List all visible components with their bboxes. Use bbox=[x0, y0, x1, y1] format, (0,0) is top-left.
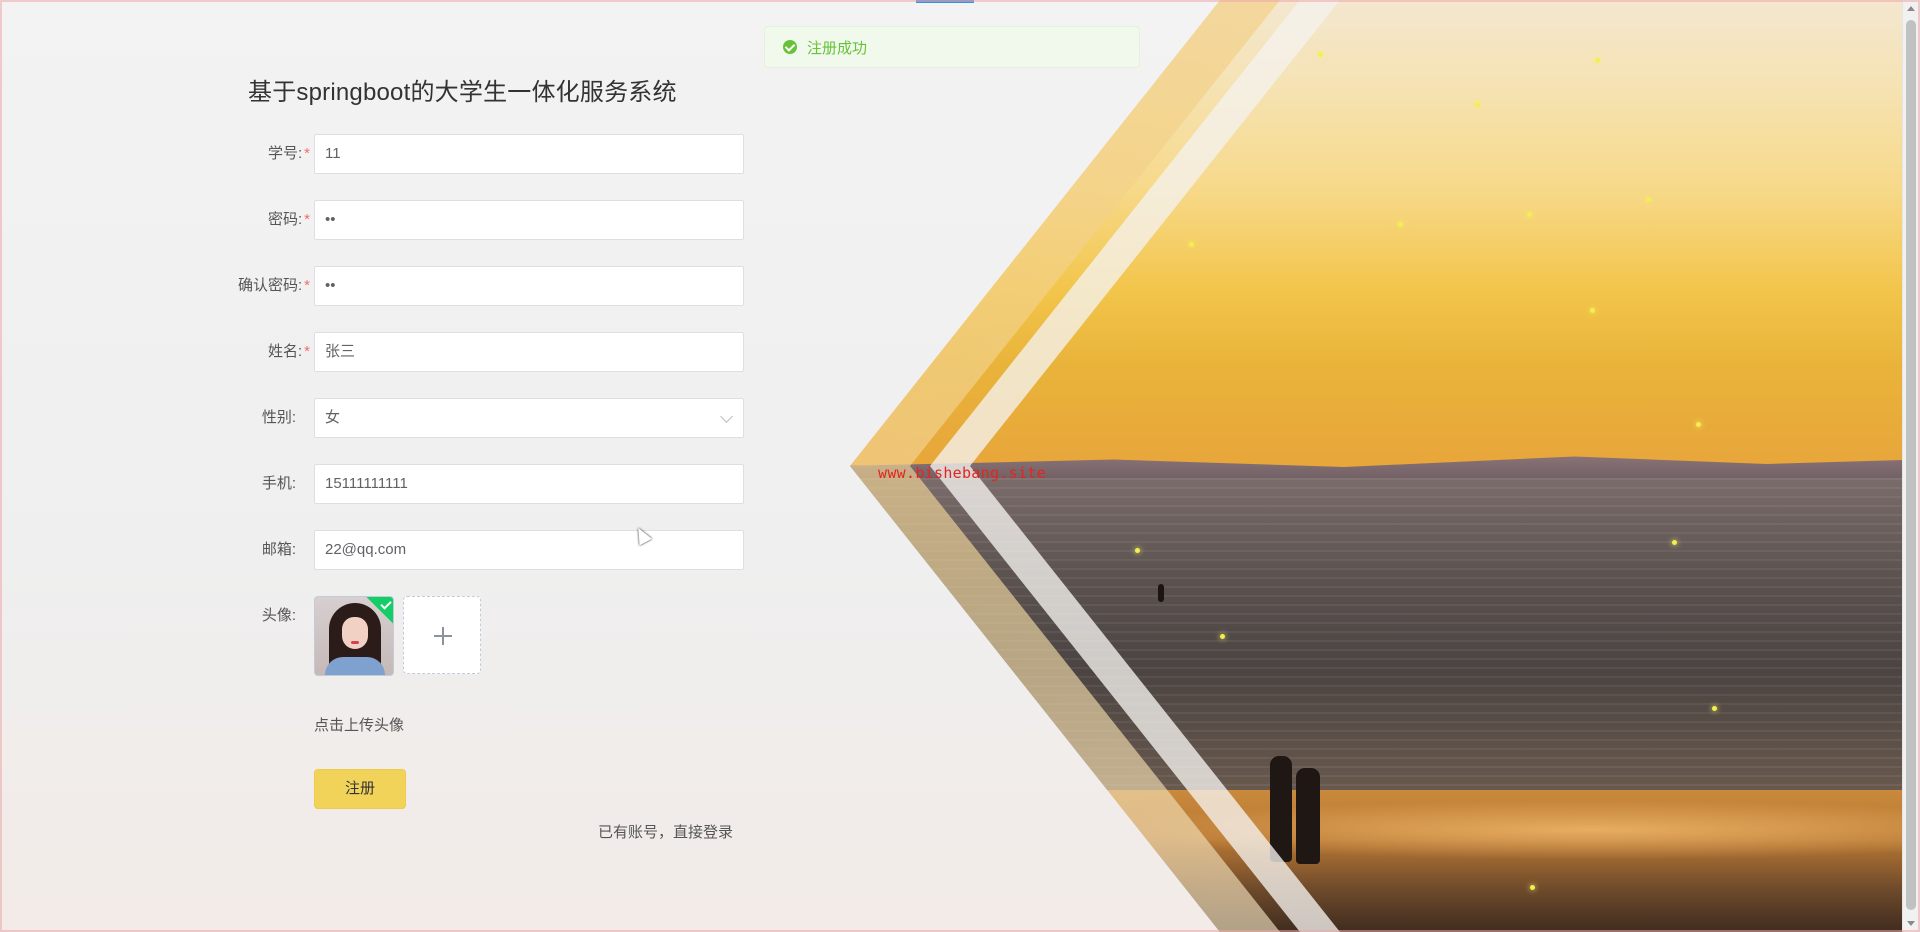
scrollbar-thumb[interactable] bbox=[1906, 20, 1916, 910]
student-id-input[interactable]: 11 bbox=[314, 134, 744, 174]
scroll-up-icon[interactable] bbox=[1907, 6, 1915, 11]
field-label-password: 密码: * bbox=[267, 211, 310, 228]
check-circle-icon bbox=[783, 40, 797, 54]
field-label-gender: 性别: bbox=[261, 409, 296, 426]
name-input[interactable]: 张三 bbox=[314, 332, 744, 372]
sparkle bbox=[1527, 212, 1532, 217]
watermark: www.bishebang.site bbox=[878, 464, 1046, 482]
person-right bbox=[1296, 768, 1320, 864]
sparkle bbox=[1696, 422, 1701, 427]
email-input[interactable]: 22@qq.com bbox=[314, 530, 744, 570]
sparkle bbox=[1220, 634, 1225, 639]
field-label-avatar: 头像: bbox=[261, 607, 296, 624]
sparkle bbox=[1712, 706, 1717, 711]
sparkle bbox=[1530, 885, 1535, 890]
field-label-student-id: 学号: * bbox=[267, 145, 310, 162]
gender-select[interactable]: 女 bbox=[314, 398, 744, 438]
scroll-down-icon[interactable] bbox=[1907, 921, 1915, 926]
buoy bbox=[1158, 584, 1164, 602]
sparkle bbox=[1398, 222, 1403, 227]
field-label-confirm-password: 确认密码: * bbox=[237, 277, 310, 294]
top-accent-bar bbox=[916, 0, 974, 3]
required-mark: * bbox=[304, 211, 310, 228]
page-title: 基于springboot的大学生一体化服务系统 bbox=[248, 79, 677, 106]
sparkle bbox=[1595, 58, 1600, 63]
confirm-password-input[interactable]: •• bbox=[314, 266, 744, 306]
sparkle bbox=[1189, 242, 1194, 247]
person-left bbox=[1270, 756, 1292, 862]
login-link[interactable]: 已有账号，直接登录 bbox=[598, 821, 733, 842]
avatar-preview[interactable] bbox=[314, 596, 394, 676]
phone-input[interactable]: 15111111111 bbox=[314, 464, 744, 504]
sparkle bbox=[1475, 102, 1480, 107]
field-label-email: 邮箱: bbox=[261, 541, 296, 558]
toast-message: 注册成功 bbox=[807, 39, 868, 57]
sparkle bbox=[1590, 308, 1595, 313]
field-label-phone: 手机: bbox=[261, 475, 296, 492]
required-mark: * bbox=[304, 343, 310, 360]
password-input[interactable]: •• bbox=[314, 200, 744, 240]
viewport: 注册成功 www.bishebang.site 基于springboot的大学生… bbox=[0, 0, 1920, 932]
chevron-down-icon bbox=[720, 410, 733, 423]
gender-select-value: 女 bbox=[325, 409, 341, 426]
vertical-scrollbar[interactable] bbox=[1902, 0, 1920, 932]
required-mark: * bbox=[304, 277, 310, 294]
sparkle bbox=[1318, 52, 1323, 57]
sparkle bbox=[1672, 540, 1677, 545]
sparkle bbox=[1646, 197, 1651, 202]
required-mark: * bbox=[304, 145, 310, 162]
sparkle bbox=[1135, 548, 1140, 553]
field-label-name: 姓名: * bbox=[267, 343, 310, 360]
success-toast: 注册成功 bbox=[764, 26, 1140, 68]
register-button[interactable]: 注册 bbox=[314, 769, 406, 809]
avatar-upload-button[interactable] bbox=[403, 596, 481, 674]
upload-hint: 点击上传头像 bbox=[314, 717, 405, 734]
